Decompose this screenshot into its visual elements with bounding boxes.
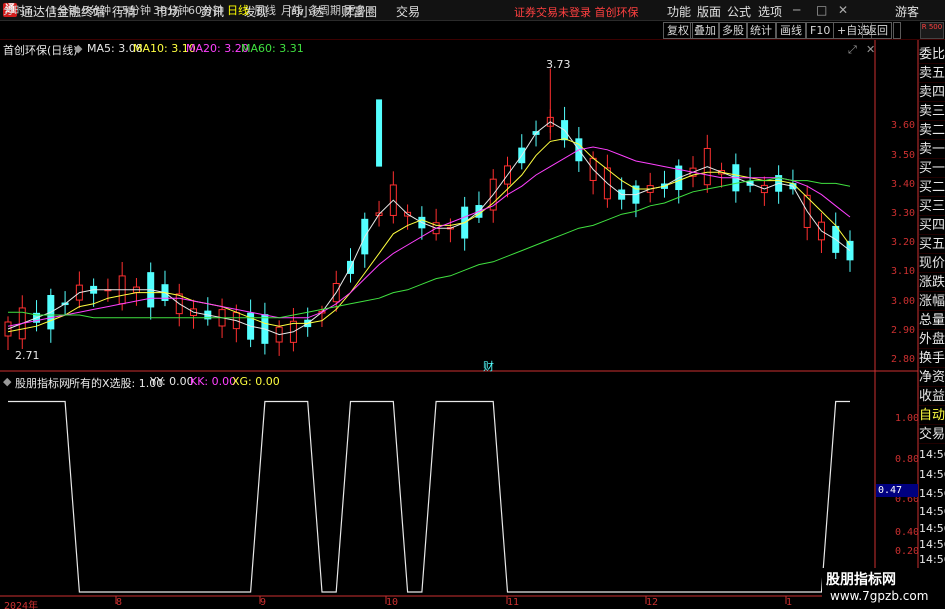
watermark-title: 股朋指标网 — [826, 572, 896, 588]
tick-time: 14:56 — [919, 487, 945, 500]
xg-value: XG: 0.00 — [232, 375, 280, 388]
finance-event-marker[interactable]: 财 — [483, 358, 494, 374]
ma-line-ma10 — [7, 138, 851, 333]
tick-time: 14:56 — [919, 538, 945, 551]
price-tick: 3.40 — [891, 179, 916, 190]
indicator-tick: 0.20 — [895, 546, 920, 557]
ma20-legend: MA20: 3.20 — [186, 42, 249, 55]
x-tick-month: 11 — [507, 597, 520, 608]
x-tick-month: 9 — [260, 597, 267, 608]
ma-line-ma60 — [8, 177, 851, 319]
settings-icon[interactable]: ◆ — [74, 42, 82, 55]
chart-canvas[interactable] — [0, 0, 945, 609]
price-tick: 2.90 — [891, 325, 916, 336]
watermark-url: www.7gpzb.com — [830, 589, 929, 603]
sidebar-item-ask5[interactable]: 卖五 — [919, 64, 945, 83]
indicator-tick: 0.40 — [895, 527, 920, 538]
sidebar-item-change[interactable]: 涨跌 — [919, 273, 945, 292]
price-tick: 3.10 — [891, 266, 916, 277]
sidebar-item-net-asset[interactable]: 净资 — [919, 368, 945, 387]
tick-time: 14:56 — [919, 505, 945, 518]
sidebar-item-ask1[interactable]: 卖一 — [919, 140, 945, 159]
yy-value: YY: 0.00 — [150, 375, 194, 388]
sidebar-trade-tab[interactable]: 交易 — [919, 425, 945, 444]
price-tick: 3.20 — [891, 237, 916, 248]
x-tick-year: 2024年 — [4, 601, 39, 609]
sidebar-item-ask4[interactable]: 卖四 — [919, 83, 945, 102]
price-tick: 2.80 — [891, 354, 916, 365]
sidebar-item-earnings[interactable]: 收益 — [919, 387, 945, 406]
sidebar-item-bid2[interactable]: 买二 — [919, 178, 945, 197]
long-candle-body — [376, 99, 383, 167]
sidebar-item-ask3[interactable]: 卖三 — [919, 102, 945, 121]
kk-value: KK: 0.00 — [190, 375, 237, 388]
sidebar-item-price[interactable]: 现价 — [919, 254, 945, 273]
tick-time: 14:56 — [919, 522, 945, 535]
indicator-settings-icon[interactable]: ◆ — [3, 375, 11, 388]
tick-time: 14:56 — [919, 468, 945, 481]
sidebar-item-outer[interactable]: 外盘 — [919, 330, 945, 349]
sidebar-item-bid-ratio[interactable]: 委比 — [919, 45, 945, 64]
price-tick: 3.60 — [891, 120, 916, 131]
sidebar-item-bid4[interactable]: 买四 — [919, 216, 945, 235]
ma60-legend: MA60: 3.31 — [241, 42, 304, 55]
current-value-cursor: 0.47 — [876, 484, 918, 497]
sidebar-auto-tab[interactable]: 自动 — [919, 406, 945, 425]
x-tick-month: 1 — [786, 597, 793, 608]
sidebar-item-volume[interactable]: 总量 — [919, 311, 945, 330]
panel-close-icon[interactable]: ✕ — [866, 43, 875, 56]
indicator-title: 股朋指标网 — [15, 377, 70, 390]
indicator-tick: 0.80 — [895, 454, 920, 465]
x-tick-month: 8 — [116, 597, 123, 608]
low-price-label: 2.71 — [15, 349, 40, 362]
sidebar-item-ask2[interactable]: 卖二 — [919, 121, 945, 140]
ma-line-ma5 — [7, 121, 851, 336]
sidebar-item-change-pct[interactable]: 涨幅 — [919, 292, 945, 311]
x-tick-month: 10 — [386, 597, 399, 608]
expand-icon[interactable]: ⤢ — [848, 43, 857, 57]
sidebar-item-bid5[interactable]: 买五 — [919, 235, 945, 254]
x-tick-month: 12 — [646, 597, 659, 608]
indicator-tick: 1.00 — [895, 413, 920, 424]
price-tick: 3.00 — [891, 296, 916, 307]
tick-time: 14:56 — [919, 448, 945, 461]
sidebar-item-turnover[interactable]: 换手 — [919, 349, 945, 368]
sidebar-item-bid1[interactable]: 买一 — [919, 159, 945, 178]
high-price-label: 3.73 — [546, 58, 571, 71]
price-tick: 3.30 — [891, 208, 916, 219]
indicator-line — [8, 400, 850, 593]
sidebar-item-bid3[interactable]: 买三 — [919, 197, 945, 216]
price-panel-title: 首创环保(日线) — [3, 44, 78, 57]
price-tick: 3.50 — [891, 150, 916, 161]
tick-time: 14:56 — [919, 553, 945, 566]
